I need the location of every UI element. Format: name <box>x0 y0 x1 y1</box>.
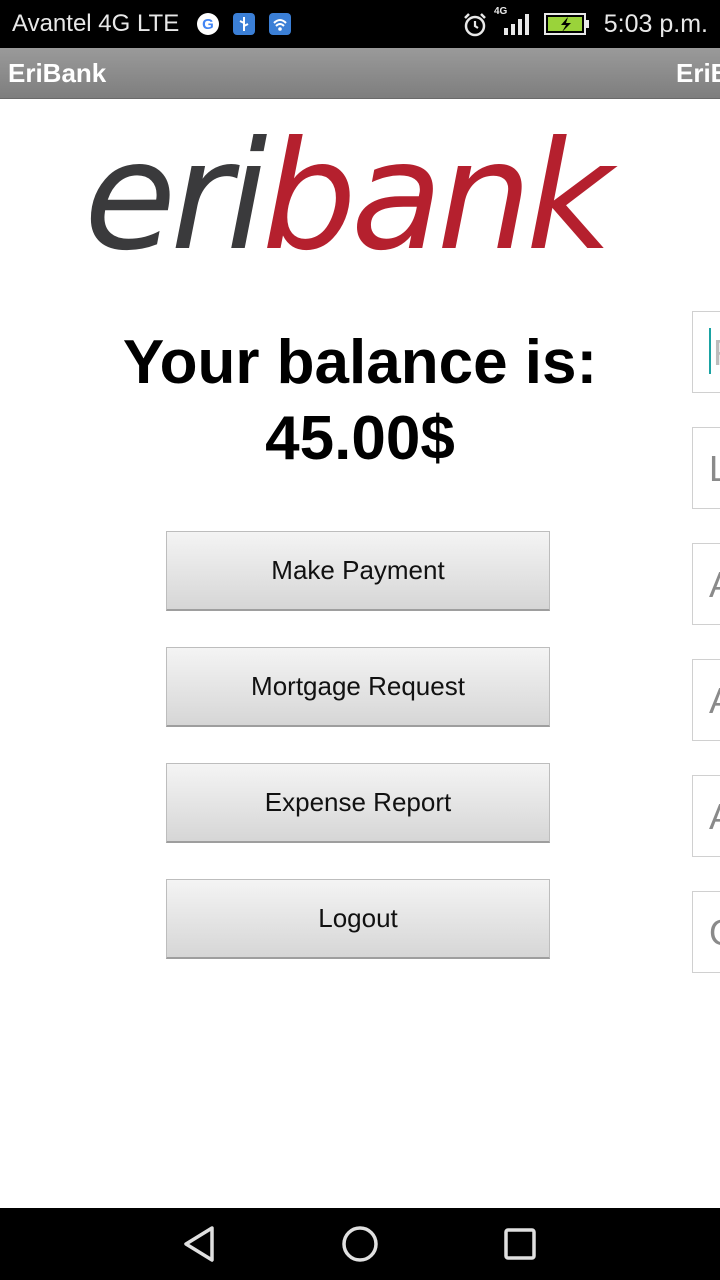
signal-icon <box>502 12 534 36</box>
eribank-logo: eribank <box>84 122 644 272</box>
battery-charging-icon <box>544 12 590 36</box>
navigation-bar <box>0 1208 720 1280</box>
back-icon[interactable] <box>178 1222 222 1266</box>
logo-bank-text: bank <box>261 110 613 284</box>
mortgage-request-button[interactable]: Mortgage Request <box>166 647 550 727</box>
make-payment-button[interactable]: Make Payment <box>166 531 550 611</box>
logo-eri-text: eri <box>84 110 268 284</box>
side-input-6-text: C <box>709 912 720 954</box>
side-input-4[interactable]: A <box>692 659 720 741</box>
recent-apps-icon[interactable] <box>498 1222 542 1266</box>
text-cursor <box>709 328 711 374</box>
usb-icon <box>232 12 256 36</box>
balance-amount: 45.00$ <box>265 404 455 473</box>
side-input-2-text: L <box>709 448 720 490</box>
side-input-5[interactable]: A <box>692 775 720 857</box>
clock: 5:03 p.m. <box>603 10 708 38</box>
side-input-5-text: A <box>709 796 720 838</box>
home-icon[interactable] <box>338 1222 382 1266</box>
action-bar: EriBank EriB <box>0 48 720 99</box>
carrier-label: Avantel 4G LTE <box>12 10 180 37</box>
side-input-6[interactable]: C <box>692 891 720 973</box>
app-title-clipped: EriB <box>676 58 720 88</box>
side-input-3[interactable]: A <box>692 543 720 625</box>
app-title: EriBank <box>8 58 107 88</box>
svg-text:G: G <box>202 16 214 33</box>
status-bar: Avantel 4G LTE G 4G 5:03 p.m. <box>0 0 720 48</box>
alarm-icon <box>462 12 486 37</box>
side-input-2[interactable]: L <box>692 427 720 509</box>
wifi-hotspot-icon <box>268 12 292 36</box>
balance-display: Your balance is: 45.00$ <box>60 326 660 478</box>
side-input-1[interactable]: F <box>692 311 720 393</box>
expense-report-button[interactable]: Expense Report <box>166 763 550 843</box>
side-input-3-text: A <box>709 564 720 606</box>
logout-button[interactable]: Logout <box>166 879 550 959</box>
side-input-1-text: F <box>713 332 720 374</box>
balance-label: Your balance is: <box>122 328 598 397</box>
google-icon: G <box>196 12 220 36</box>
side-input-4-text: A <box>709 680 720 722</box>
